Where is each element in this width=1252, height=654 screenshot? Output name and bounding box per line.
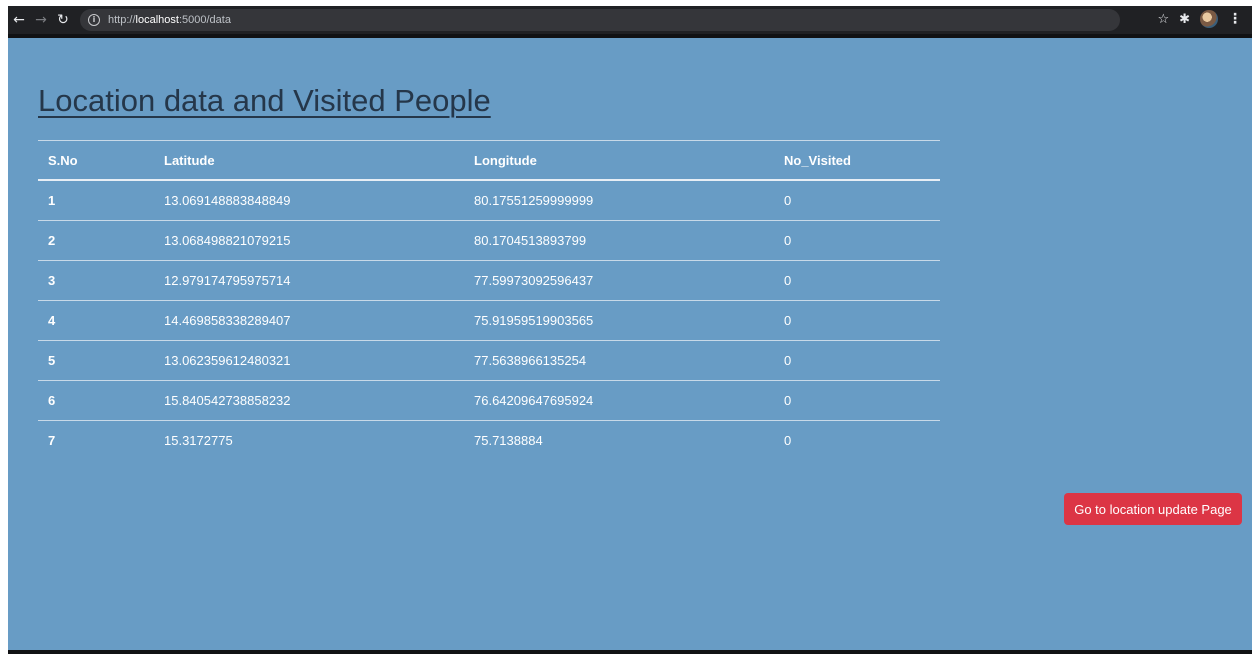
cell-no-visited: 0 xyxy=(774,220,940,261)
table-header-row: S.No Latitude Longitude No_Visited xyxy=(38,140,940,181)
avatar[interactable] xyxy=(1200,10,1218,28)
cell-no-visited: 0 xyxy=(774,380,940,421)
table-row: 1 13.069148883848849 80.17551259999999 0 xyxy=(38,180,940,221)
cell-longitude: 75.91959519903565 xyxy=(464,300,774,341)
cell-no-visited: 0 xyxy=(774,180,940,221)
cell-latitude: 15.840542738858232 xyxy=(154,380,464,421)
cell-longitude: 80.17551259999999 xyxy=(464,180,774,221)
cell-no-visited: 0 xyxy=(774,260,940,301)
table-row: 5 13.062359612480321 77.5638966135254 0 xyxy=(38,340,940,381)
page-content: Location data and Visited People S.No La… xyxy=(8,38,1252,650)
url-rest: :5000/data xyxy=(178,14,231,26)
cell-longitude: 77.5638966135254 xyxy=(464,340,774,381)
cell-latitude: 12.979174795975714 xyxy=(154,260,464,301)
url-prefix: http:// xyxy=(108,14,136,26)
cell-latitude: 14.469858338289407 xyxy=(154,300,464,341)
browser-toolbar: ← → ↻ i http://localhost:5000/data ☆ ✱ ⋮ xyxy=(8,6,1252,38)
window-bottom-edge xyxy=(8,650,1252,654)
header-no-visited: No_Visited xyxy=(774,140,940,181)
star-icon[interactable]: ☆ xyxy=(1157,12,1169,27)
cell-longitude: 80.1704513893799 xyxy=(464,220,774,261)
cell-no-visited: 0 xyxy=(774,340,940,381)
table-row: 6 15.840542738858232 76.64209647695924 0 xyxy=(38,380,940,421)
reload-icon[interactable]: ↻ xyxy=(52,9,74,31)
cell-sno: 3 xyxy=(38,260,154,301)
go-to-location-update-button[interactable]: Go to location update Page xyxy=(1064,493,1242,525)
header-latitude: Latitude xyxy=(154,140,464,181)
table-row: 4 14.469858338289407 75.91959519903565 0 xyxy=(38,300,940,341)
table-row: 2 13.068498821079215 80.1704513893799 0 xyxy=(38,220,940,261)
cell-sno: 6 xyxy=(38,380,154,421)
table-row: 7 15.3172775 75.7138884 0 xyxy=(38,421,940,461)
address-bar[interactable]: i http://localhost:5000/data xyxy=(80,9,1120,31)
url-host: localhost xyxy=(135,14,179,26)
extensions-icon[interactable]: ✱ xyxy=(1179,12,1190,27)
info-icon[interactable]: i xyxy=(88,14,100,26)
cell-no-visited: 0 xyxy=(774,300,940,341)
url-text[interactable]: http://localhost:5000/data xyxy=(108,14,231,26)
cell-no-visited: 0 xyxy=(784,433,792,448)
cell-latitude: 15.3172775 xyxy=(164,433,233,448)
cell-longitude: 77.59973092596437 xyxy=(464,260,774,301)
menu-icon[interactable]: ⋮ xyxy=(1228,11,1242,27)
cell-sno: 4 xyxy=(38,300,154,341)
cell-longitude: 75.7138884 xyxy=(474,433,543,448)
cell-sno: 7 xyxy=(48,433,56,448)
forward-icon[interactable]: → xyxy=(30,9,52,31)
cell-latitude: 13.069148883848849 xyxy=(154,180,464,221)
header-longitude: Longitude xyxy=(464,140,774,181)
cell-longitude: 76.64209647695924 xyxy=(464,380,774,421)
cell-sno: 5 xyxy=(38,340,154,381)
page-title: Location data and Visited People xyxy=(38,83,491,118)
cell-sno: 1 xyxy=(38,180,154,221)
cell-sno: 2 xyxy=(38,220,154,261)
back-icon[interactable]: ← xyxy=(8,9,30,31)
cell-latitude: 13.062359612480321 xyxy=(154,340,464,381)
location-table: S.No Latitude Longitude No_Visited 1 13.… xyxy=(38,140,940,460)
table-row: 3 12.979174795975714 77.59973092596437 0 xyxy=(38,260,940,301)
header-sno: S.No xyxy=(38,140,154,181)
cell-latitude: 13.068498821079215 xyxy=(154,220,464,261)
